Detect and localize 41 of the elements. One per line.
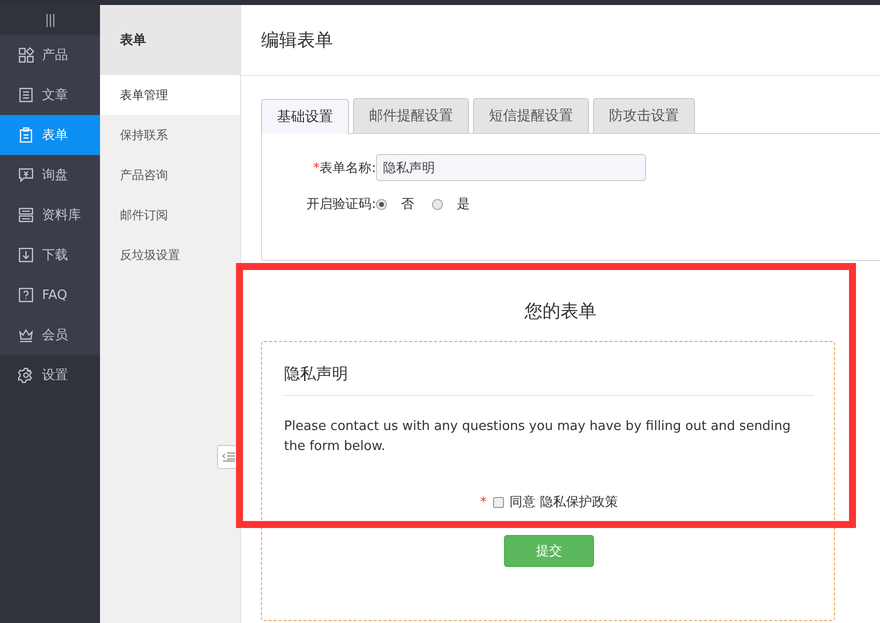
sidebar-item[interactable]: 询盘 <box>0 155 100 195</box>
sidebar-item[interactable]: FAQ <box>0 275 100 315</box>
storage-icon <box>18 207 34 223</box>
sidebar-item[interactable]: 资料库 <box>0 195 100 235</box>
sidebar-item[interactable]: 表单 <box>0 115 100 155</box>
download-icon <box>18 247 34 263</box>
page-title: 编辑表单 <box>241 5 880 76</box>
crown-icon <box>18 327 34 343</box>
grid-icon <box>18 47 34 63</box>
tab[interactable]: 短信提醒设置 <box>473 98 589 133</box>
radio-option[interactable]: 否 <box>376 195 414 213</box>
tab[interactable]: 防攻击设置 <box>593 98 695 133</box>
subnav-item[interactable]: 表单管理 <box>100 75 240 115</box>
form-name-field[interactable]: 隐私声明 <box>376 154 646 181</box>
form-description: Please contact us with any questions you may have by filling out and sending the form below. <box>284 418 792 456</box>
tab[interactable]: 基础设置 <box>261 99 349 134</box>
subnav-item[interactable]: 产品咨询 <box>100 155 240 195</box>
field-label: *表单名称: <box>312 160 376 176</box>
subnav-title: 表单 <box>100 5 240 75</box>
form-title: 隐私声明 <box>284 364 814 396</box>
sidebar-item[interactable]: 文章 <box>0 75 100 115</box>
document-icon <box>18 87 34 103</box>
consent-checkbox[interactable] <box>492 496 504 508</box>
subnav-item[interactable]: 反垃圾设置 <box>100 235 240 275</box>
question-icon <box>18 287 34 303</box>
chat-icon <box>18 167 34 183</box>
required-mark: * <box>480 494 487 510</box>
clipboard-icon <box>18 127 34 143</box>
subnav-item[interactable]: 邮件订阅 <box>100 195 240 235</box>
menu-toggle[interactable]: ||| <box>0 5 100 35</box>
sidebar-item[interactable]: 产品 <box>0 35 100 75</box>
gear-icon <box>18 367 34 383</box>
consent-label: 同意 隐私保护政策 <box>510 494 618 511</box>
subnav-item[interactable]: 保持联系 <box>100 115 240 155</box>
preview-heading: 您的表单 <box>524 300 598 324</box>
radio-option[interactable]: 是 <box>432 195 470 213</box>
tab[interactable]: 邮件提醒设置 <box>353 98 469 133</box>
sidebar-item[interactable]: 会员 <box>0 315 100 355</box>
field-label: 开启验证码: <box>306 196 376 213</box>
list-indent-icon <box>222 452 236 462</box>
sidebar-item[interactable]: 下载 <box>0 235 100 275</box>
